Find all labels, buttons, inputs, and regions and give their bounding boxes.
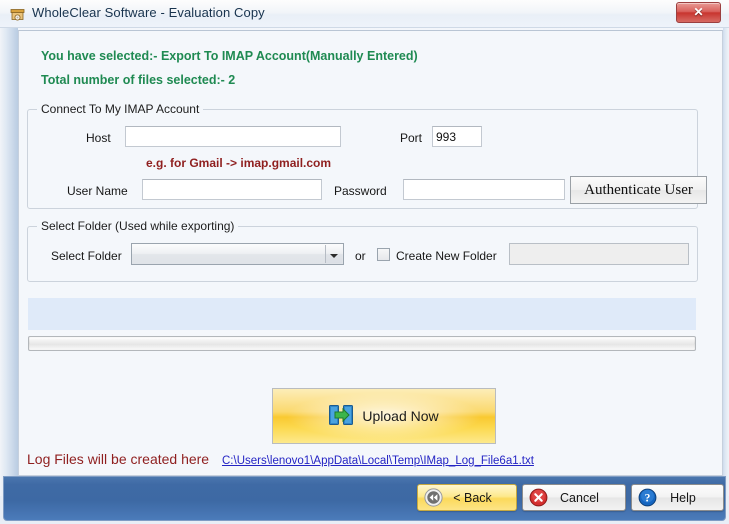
- username-input[interactable]: [142, 179, 322, 200]
- log-files-label: Log Files will be created here: [27, 451, 210, 467]
- new-folder-name-input[interactable]: [509, 243, 689, 265]
- port-input[interactable]: [432, 126, 482, 147]
- create-new-folder-checkbox[interactable]: [377, 248, 390, 261]
- back-button[interactable]: < Back: [417, 484, 517, 511]
- imap-group-legend: Connect To My IMAP Account: [37, 102, 204, 116]
- close-icon: ✕: [693, 5, 704, 19]
- svg-text:?: ?: [645, 493, 651, 505]
- help-question-icon: ?: [638, 488, 657, 507]
- close-button[interactable]: ✕: [676, 2, 721, 23]
- host-label: Host: [86, 131, 111, 145]
- username-label: User Name: [67, 184, 128, 198]
- cancel-button-label: Cancel: [560, 490, 599, 505]
- window-frame-left: [0, 28, 18, 496]
- imap-host-hint: e.g. for Gmail -> imap.gmail.com: [146, 156, 332, 170]
- upload-progress-bar: [28, 336, 696, 351]
- client-area: You have selected:- Export To IMAP Accou…: [18, 30, 723, 476]
- folder-group-legend: Select Folder (Used while exporting): [37, 219, 239, 233]
- upload-now-button[interactable]: Upload Now: [272, 388, 496, 444]
- chevron-down-icon[interactable]: [325, 245, 342, 263]
- rewind-icon: [424, 488, 443, 507]
- cancel-button[interactable]: Cancel: [522, 484, 626, 511]
- password-input[interactable]: [403, 179, 565, 200]
- select-folder-group: Select Folder (Used while exporting) Sel…: [27, 219, 698, 282]
- create-new-folder-label: Create New Folder: [396, 249, 497, 263]
- or-label: or: [355, 249, 366, 263]
- password-label: Password: [334, 184, 387, 198]
- folder-select-dropdown[interactable]: [131, 243, 344, 265]
- status-listbox[interactable]: [28, 298, 696, 330]
- selection-status-text: You have selected:- Export To IMAP Accou…: [41, 49, 418, 63]
- window-title: WholeClear Software - Evaluation Copy: [32, 5, 265, 20]
- imap-account-group: Connect To My IMAP Account Host Port e.g…: [27, 102, 707, 209]
- authenticate-user-button[interactable]: Authenticate User: [570, 176, 707, 204]
- back-button-label: < Back: [453, 490, 492, 505]
- host-input[interactable]: [125, 126, 341, 147]
- cancel-x-icon: [529, 488, 548, 507]
- help-button[interactable]: ? Help: [631, 484, 724, 511]
- log-file-path-link[interactable]: C:\Users\lenovo1\AppData\Local\Temp\IMap…: [222, 455, 534, 467]
- progress-track: [30, 338, 694, 349]
- footer-bar: < Back Cancel ? Help: [3, 476, 726, 521]
- title-bar: WholeClear Software - Evaluation Copy ✕: [0, 0, 729, 28]
- app-box-icon: [9, 6, 26, 23]
- window-frame-right: [723, 28, 729, 496]
- upload-transfer-icon: [329, 404, 354, 429]
- upload-now-label: Upload Now: [362, 408, 439, 424]
- port-label: Port: [400, 131, 423, 145]
- application-window: WholeClear Software - Evaluation Copy ✕ …: [0, 0, 729, 524]
- help-button-label: Help: [670, 490, 696, 505]
- file-count-status-text: Total number of files selected:- 2: [41, 73, 236, 87]
- select-folder-label: Select Folder: [51, 249, 122, 263]
